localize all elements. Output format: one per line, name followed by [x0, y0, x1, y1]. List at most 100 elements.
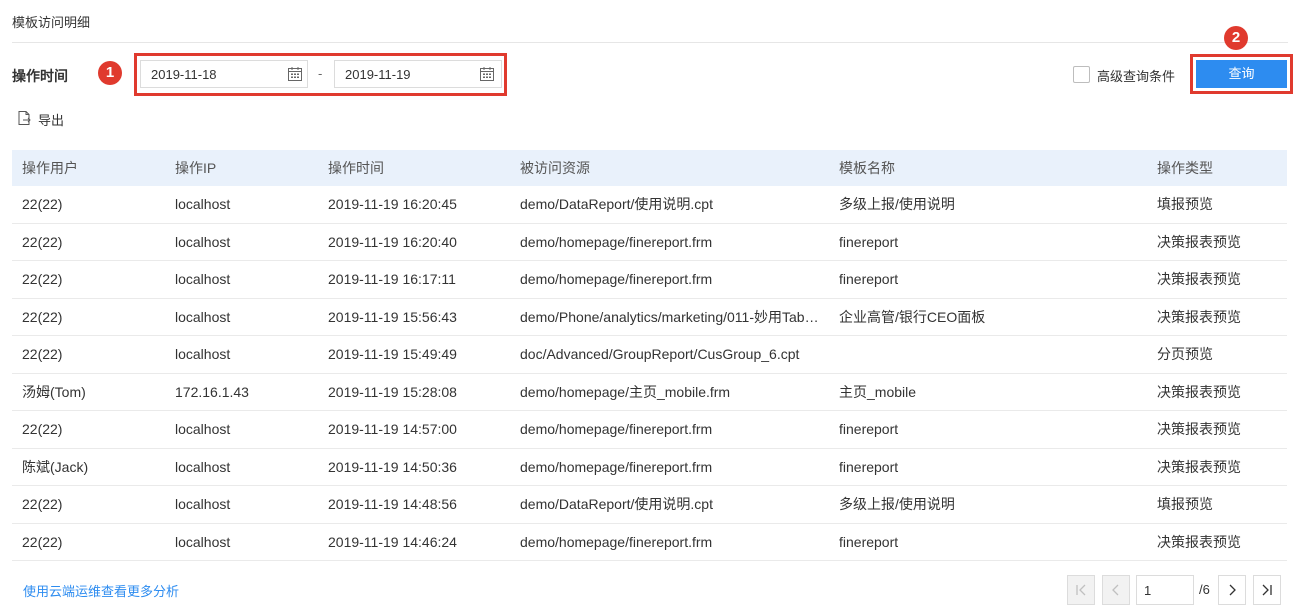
cell-template: finereport	[839, 233, 899, 250]
cell-ip: localhost	[175, 196, 231, 213]
first-page-icon	[1076, 584, 1086, 596]
cell-ip: localhost	[175, 533, 231, 550]
cell-user: 22(22)	[22, 233, 63, 250]
advanced-query-checkbox[interactable]	[1073, 66, 1090, 83]
cell-user: 陈斌(Jack)	[22, 458, 89, 475]
cell-time: 2019-11-19 14:46:24	[328, 533, 457, 550]
column-header-time[interactable]: 操作时间	[318, 158, 510, 178]
cell-resource: demo/homepage/主页_mobile.frm	[520, 383, 731, 400]
cell-user: 22(22)	[22, 421, 63, 438]
cell-template: finereport	[839, 271, 899, 288]
cell-ip: localhost	[175, 496, 231, 513]
cell-user: 22(22)	[22, 308, 63, 325]
table-row[interactable]: 陈斌(Jack) localhost 2019-11-19 14:50:36 demo…	[12, 449, 1287, 486]
cell-type: 决策报表预览	[1157, 533, 1241, 550]
cell-ip: localhost	[175, 458, 231, 475]
table-row[interactable]: 22(22) localhost 2019-11-19 15:49:49 doc/Ad…	[12, 336, 1287, 374]
cell-template: 多级上报/使用说明	[839, 496, 955, 513]
cell-ip: localhost	[175, 308, 231, 325]
cell-type: 分页预览	[1157, 346, 1213, 363]
cell-user: 22(22)	[22, 271, 63, 288]
cell-time: 2019-11-19 15:56:43	[328, 308, 457, 325]
export-icon	[16, 110, 32, 129]
export-button[interactable]: 导出	[16, 110, 64, 128]
cell-type: 填报预览	[1157, 496, 1213, 513]
export-label: 导出	[38, 112, 65, 128]
cell-template: finereport	[839, 533, 899, 550]
query-button[interactable]: 查询	[1196, 60, 1287, 88]
end-date-input[interactable]	[334, 60, 502, 88]
cell-resource: demo/homepage/finereport.frm	[520, 458, 713, 475]
next-page-icon	[1229, 584, 1236, 596]
advanced-query-label[interactable]: 高级查询条件	[1097, 66, 1175, 85]
operation-time-label: 操作时间	[12, 68, 68, 84]
table-row[interactable]: 22(22) localhost 2019-11-19 14:57:00 demo/h…	[12, 411, 1287, 449]
cell-type: 决策报表预览	[1157, 458, 1241, 475]
cell-type: 决策报表预览	[1157, 308, 1241, 325]
cell-template: 企业高管/银行CEO面板	[839, 308, 986, 325]
cell-user: 22(22)	[22, 346, 63, 363]
cell-time: 2019-11-19 15:28:08	[328, 383, 457, 400]
table-row[interactable]: 汤姆(Tom) 172.16.1.43 2019-11-19 15:28:08 dem…	[12, 374, 1287, 411]
cell-resource: demo/homepage/finereport.frm	[520, 233, 713, 250]
cell-type: 填报预览	[1157, 196, 1213, 213]
cell-type: 决策报表预览	[1157, 421, 1241, 438]
step-marker-2: 2	[1224, 26, 1248, 50]
table-row[interactable]: 22(22) localhost 2019-11-19 16:20:45 demo/D…	[12, 186, 1287, 224]
cell-resource: demo/DataReport/使用说明.cpt	[520, 496, 713, 513]
cell-template: 主页_mobile	[839, 383, 917, 400]
table-row[interactable]: 22(22) localhost 2019-11-19 16:20:40 demo/h…	[12, 224, 1287, 261]
column-header-template[interactable]: 模板名称	[829, 158, 1147, 178]
calendar-icon[interactable]	[479, 66, 495, 82]
cell-template: finereport	[839, 421, 899, 438]
table-row[interactable]: 22(22) localhost 2019-11-19 16:17:11 demo/h…	[12, 261, 1287, 299]
cell-user: 汤姆(Tom)	[22, 383, 86, 400]
table-header: 操作用户 操作IP 操作时间 被访问资源 模板名称 操作类型	[12, 150, 1287, 186]
cell-template: 多级上报/使用说明	[839, 196, 955, 213]
title-divider	[12, 42, 1288, 43]
cell-user: 22(22)	[22, 533, 63, 550]
cell-resource: demo/homepage/finereport.frm	[520, 421, 713, 438]
page-number-input[interactable]	[1136, 575, 1194, 605]
cell-resource: demo/DataReport/使用说明.cpt	[520, 196, 713, 213]
date-range-separator: -	[318, 66, 323, 81]
next-page-button[interactable]	[1218, 575, 1246, 605]
prev-page-icon	[1112, 584, 1119, 596]
column-header-user[interactable]: 操作用户	[12, 158, 165, 178]
cell-time: 2019-11-19 16:17:11	[328, 271, 456, 288]
page-title: 模板访问明细	[12, 15, 91, 30]
cell-type: 决策报表预览	[1157, 383, 1241, 400]
prev-page-button[interactable]	[1102, 575, 1130, 605]
cell-resource: demo/Phone/analytics/marketing/011-妙用Tab…	[520, 308, 829, 325]
start-date-input[interactable]	[140, 60, 308, 88]
cell-time: 2019-11-19 15:49:49	[328, 346, 457, 363]
cell-user: 22(22)	[22, 496, 63, 513]
cell-resource: doc/Advanced/GroupReport/CusGroup_6.cpt	[520, 346, 800, 363]
column-header-type[interactable]: 操作类型	[1147, 158, 1287, 178]
cell-ip: localhost	[175, 271, 231, 288]
cell-type: 决策报表预览	[1157, 233, 1241, 250]
table-row[interactable]: 22(22) localhost 2019-11-19 14:48:56 demo/D…	[12, 486, 1287, 524]
calendar-icon[interactable]	[287, 66, 303, 82]
last-page-button[interactable]	[1253, 575, 1281, 605]
page-total: /6	[1199, 582, 1210, 597]
cell-time: 2019-11-19 16:20:45	[328, 196, 457, 213]
first-page-button[interactable]	[1067, 575, 1095, 605]
cell-user: 22(22)	[22, 196, 63, 213]
cell-ip: localhost	[175, 233, 231, 250]
cell-time: 2019-11-19 14:48:56	[328, 496, 457, 513]
table-row[interactable]: 22(22) localhost 2019-11-19 14:46:24 demo/h…	[12, 524, 1287, 561]
cell-resource: demo/homepage/finereport.frm	[520, 533, 713, 550]
step-marker-1: 1	[98, 61, 122, 85]
cell-ip: 172.16.1.43	[175, 383, 249, 400]
column-header-ip[interactable]: 操作IP	[165, 158, 318, 178]
cloud-ops-more-analysis-link[interactable]: 使用云端运维查看更多分析	[23, 581, 179, 600]
column-header-resource[interactable]: 被访问资源	[510, 158, 829, 178]
table-body: 22(22) localhost 2019-11-19 16:20:45 demo/D…	[12, 186, 1287, 561]
table-row[interactable]: 22(22) localhost 2019-11-19 15:56:43 demo/P…	[12, 299, 1287, 336]
cell-ip: localhost	[175, 421, 231, 438]
access-detail-table: 操作用户 操作IP 操作时间 被访问资源 模板名称 操作类型 22(22) loc…	[12, 150, 1287, 561]
cell-ip: localhost	[175, 346, 231, 363]
cell-template: finereport	[839, 458, 899, 475]
cell-resource: demo/homepage/finereport.frm	[520, 271, 713, 288]
